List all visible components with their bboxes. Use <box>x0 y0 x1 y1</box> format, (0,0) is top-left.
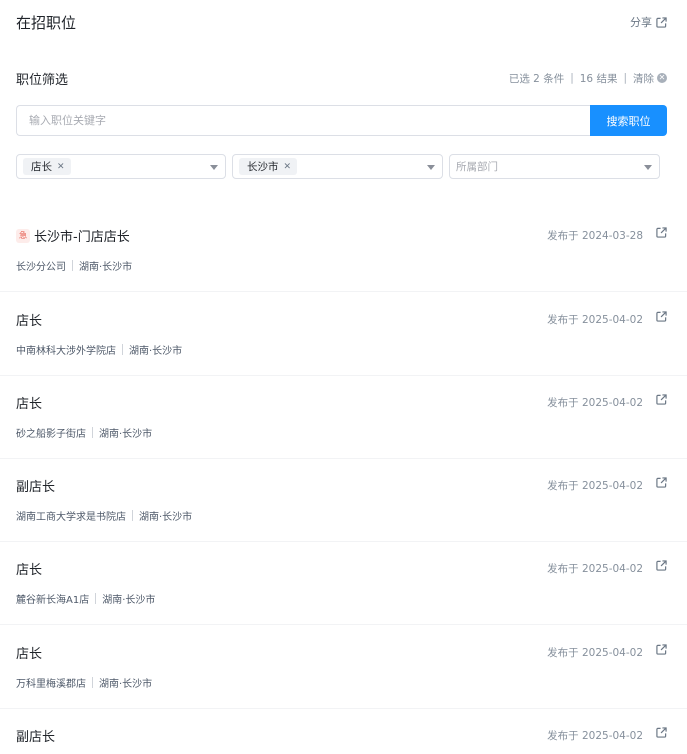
job-title-row: 店长 <box>16 643 42 662</box>
clear-label: 清除 <box>633 72 654 85</box>
job-location: 湖南·长沙市 <box>102 595 156 606</box>
job-title: 店长 <box>16 647 43 662</box>
job-title: 店长 <box>16 397 43 412</box>
job-item[interactable]: 店长 发布于 2025-04-02 中南林科大涉外学院店 湖南·长沙市 <box>0 292 687 376</box>
share-icon[interactable] <box>656 560 667 571</box>
job-date: 发布于 2025-04-02 <box>547 314 643 326</box>
job-title: 副店长 <box>16 730 56 745</box>
meta-separator <box>122 344 123 355</box>
caret-down-icon <box>427 165 435 170</box>
job-meta: 麓谷新长海A1店 湖南·长沙市 <box>16 591 155 606</box>
job-meta: 湖南工商大学求是书院店 湖南·长沙市 <box>16 508 192 523</box>
position-tag-label: 店长 <box>31 161 52 173</box>
page-title: 在招职位 <box>16 13 77 32</box>
job-meta: 万科里梅溪郡店 湖南·长沙市 <box>16 675 152 690</box>
status-separator: | <box>623 72 627 84</box>
filter-header: 职位筛选 已选 2 条件 | 16 结果 | 清除 ✕ <box>16 68 667 88</box>
job-company: 砂之船影子街店 <box>16 429 86 440</box>
job-title-row: 急 长沙市-门店店长 <box>16 226 130 245</box>
job-date: 发布于 2025-04-02 <box>547 480 643 492</box>
meta-separator <box>72 260 73 271</box>
share-icon[interactable] <box>656 644 667 655</box>
meta-separator <box>95 593 97 604</box>
share-icon <box>656 16 667 28</box>
job-location: 湖南·长沙市 <box>79 262 133 273</box>
result-count: 16 结果 <box>579 72 618 85</box>
selected-count: 已选 2 条件 <box>508 72 565 85</box>
job-location: 湖南·长沙市 <box>99 679 153 690</box>
job-date: 发布于 2025-04-02 <box>547 730 643 742</box>
job-title-row: 副店长 <box>16 476 55 495</box>
job-company: 麓谷新长海A1店 <box>16 595 90 606</box>
job-title: 店长 <box>16 314 43 329</box>
job-location: 湖南·长沙市 <box>129 346 183 357</box>
job-date: 发布于 2024-03-28 <box>547 230 643 242</box>
share-icon[interactable] <box>656 727 667 738</box>
job-title-row: 副店长 <box>16 726 55 745</box>
meta-separator <box>92 677 93 688</box>
urgent-icon: 急 <box>16 228 30 243</box>
meta-separator <box>132 510 133 521</box>
job-location: 湖南·长沙市 <box>139 512 193 523</box>
job-date: 发布于 2025-04-02 <box>547 563 643 575</box>
job-title-row: 店长 <box>16 310 42 329</box>
search-input[interactable] <box>16 105 590 136</box>
department-placeholder: 所属部门 <box>456 161 498 173</box>
share-icon[interactable] <box>656 227 667 238</box>
job-company: 中南林科大涉外学院店 <box>16 346 116 357</box>
filter-status: 已选 2 条件 | 16 结果 | 清除 ✕ <box>509 71 667 86</box>
job-item[interactable]: 副店长 发布于 2025-04-02 湖南工商大学求是书院店 湖南·长沙市 <box>0 458 687 542</box>
share-icon[interactable] <box>656 311 667 322</box>
job-location: 湖南·长沙市 <box>99 429 153 440</box>
search-row: 搜索职位 <box>16 105 667 136</box>
job-date: 发布于 2025-04-02 <box>547 647 643 659</box>
search-button[interactable]: 搜索职位 <box>590 105 667 136</box>
job-item[interactable]: 急 长沙市-门店店长 发布于 2024-03-28 长沙分公司 湖南·长沙市 <box>0 208 687 292</box>
job-title: 店长 <box>16 563 43 578</box>
job-item[interactable]: 副店长 发布于 2025-04-02 <box>0 708 687 754</box>
caret-down-icon <box>210 165 218 170</box>
department-select[interactable]: 所属部门 <box>449 154 660 179</box>
job-company: 万科里梅溪郡店 <box>16 679 86 690</box>
caret-down-icon <box>644 165 652 170</box>
city-tag: 长沙市 ✕ <box>239 158 298 175</box>
job-title-row: 店长 <box>16 393 42 412</box>
tag-close-icon[interactable]: ✕ <box>284 162 292 172</box>
clear-icon: ✕ <box>657 73 667 83</box>
share-button[interactable]: 分享 <box>630 14 667 30</box>
city-select[interactable]: 长沙市 ✕ <box>232 154 443 179</box>
clear-filters-button[interactable]: 清除 ✕ <box>633 71 667 86</box>
status-separator: | <box>570 72 574 84</box>
job-title-row: 店长 <box>16 559 42 578</box>
share-icon[interactable] <box>656 394 667 405</box>
position-select[interactable]: 店长 ✕ <box>16 154 226 179</box>
city-tag-label: 长沙市 <box>247 161 279 173</box>
job-company: 长沙分公司 <box>16 262 66 273</box>
job-date: 发布于 2025-04-02 <box>547 397 643 409</box>
job-company: 湖南工商大学求是书院店 <box>16 512 126 523</box>
job-meta: 砂之船影子街店 湖南·长沙市 <box>16 425 152 440</box>
job-title: 副店长 <box>16 480 56 495</box>
meta-separator <box>92 427 93 438</box>
job-meta: 中南林科大涉外学院店 湖南·长沙市 <box>16 342 182 357</box>
job-item[interactable]: 店长 发布于 2025-04-02 砂之船影子街店 湖南·长沙市 <box>0 375 687 459</box>
job-item[interactable]: 店长 发布于 2025-04-02 万科里梅溪郡店 湖南·长沙市 <box>0 625 687 709</box>
job-meta: 长沙分公司 湖南·长沙市 <box>16 258 132 273</box>
filter-title: 职位筛选 <box>16 72 69 88</box>
page-header: 在招职位 分享 <box>16 10 667 34</box>
tag-close-icon[interactable]: ✕ <box>57 162 65 172</box>
job-item[interactable]: 店长 发布于 2025-04-02 麓谷新长海A1店 湖南·长沙市 <box>0 541 687 625</box>
share-label: 分享 <box>630 16 652 29</box>
share-icon[interactable] <box>656 477 667 488</box>
job-title: 长沙市-门店店长 <box>34 230 130 245</box>
position-tag: 店长 ✕ <box>23 158 71 175</box>
